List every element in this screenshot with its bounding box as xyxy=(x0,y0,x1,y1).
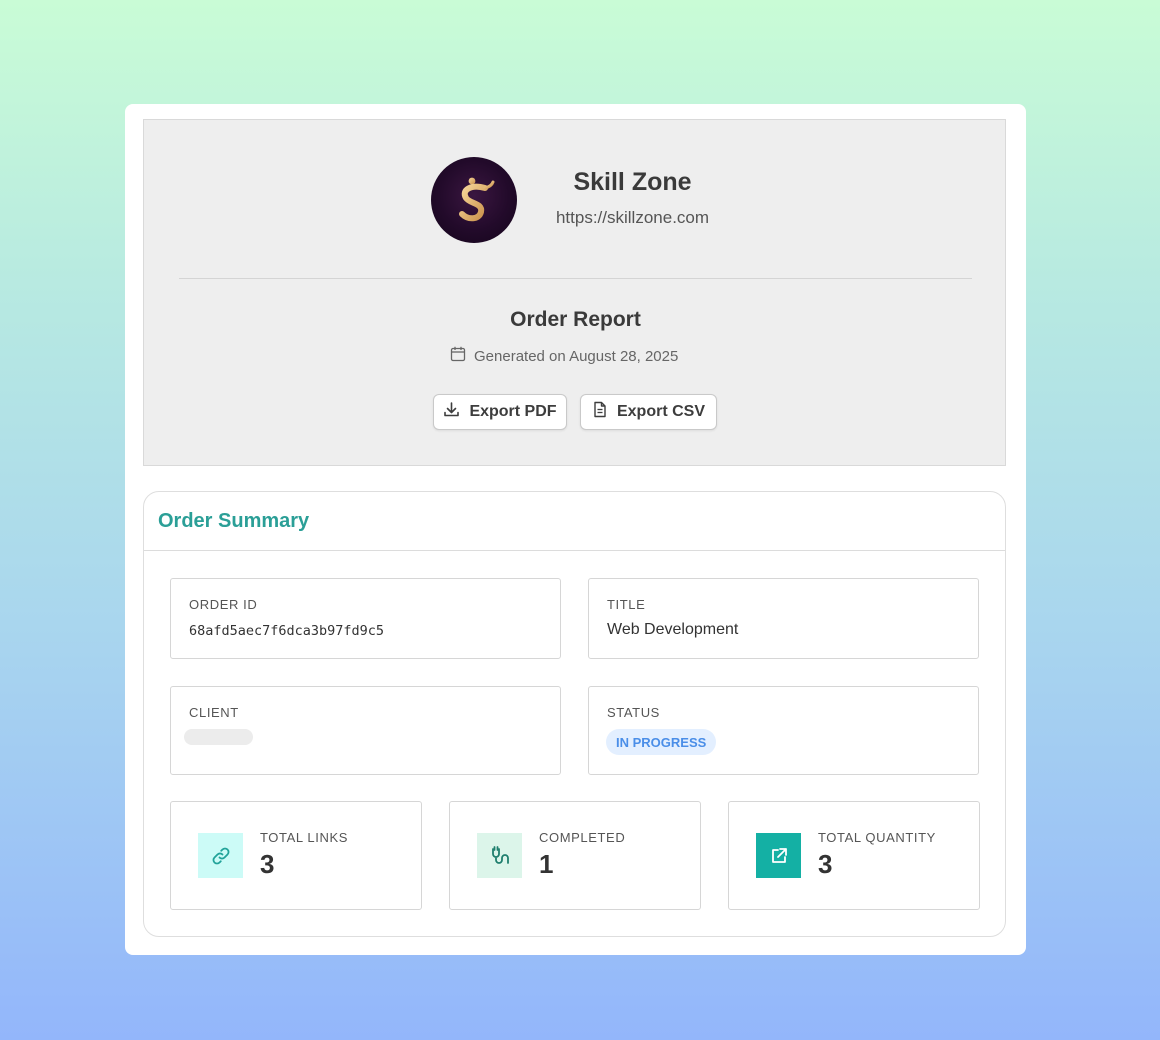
calendar-icon xyxy=(450,346,466,366)
title-value: Web Development xyxy=(607,621,739,638)
status-label: STATUS xyxy=(607,705,660,720)
report-card: Skill Zone https://skillzone.com Order R… xyxy=(125,104,1026,955)
total-quantity-label: TOTAL QUANTITY xyxy=(818,830,936,845)
total-links-stat: TOTAL LINKS 3 xyxy=(170,801,422,910)
order-id-value: 68afd5aec7f6dca3b97fd9c5 xyxy=(189,623,385,639)
export-pdf-button[interactable]: Export PDF xyxy=(433,394,567,430)
status-badge: IN PROGRESS xyxy=(606,729,717,755)
document-icon xyxy=(592,401,608,423)
status-field: STATUS IN PROGRESS xyxy=(588,686,979,775)
plug-icon xyxy=(477,833,522,878)
total-links-value: 3 xyxy=(260,849,275,879)
export-csv-label: Export CSV xyxy=(616,403,705,420)
brand-name: Skill Zone xyxy=(573,168,692,196)
skill-zone-logo-icon xyxy=(459,177,495,222)
order-summary-panel: Order Summary ORDER ID 68afd5aec7f6dca3b… xyxy=(143,491,1006,937)
brand-url[interactable]: https://skillzone.com xyxy=(540,208,725,228)
brand-logo xyxy=(431,157,517,243)
generated-text: Generated on August 28, 2025 xyxy=(474,347,679,365)
download-icon xyxy=(443,401,460,423)
total-links-label: TOTAL LINKS xyxy=(260,830,348,845)
title-field: TITLE Web Development xyxy=(588,578,979,659)
order-id-label: ORDER ID xyxy=(189,597,258,612)
client-label: CLIENT xyxy=(189,705,239,720)
header-divider xyxy=(179,278,972,279)
completed-stat: COMPLETED 1 xyxy=(449,801,701,910)
export-pdf-label: Export PDF xyxy=(469,403,557,420)
export-csv-button[interactable]: Export CSV xyxy=(580,394,717,430)
client-value-placeholder xyxy=(184,729,253,745)
total-quantity-stat: TOTAL QUANTITY 3 xyxy=(728,801,980,910)
report-header: Skill Zone https://skillzone.com Order R… xyxy=(143,119,1006,466)
order-id-field: ORDER ID 68afd5aec7f6dca3b97fd9c5 xyxy=(170,578,561,659)
external-link-icon xyxy=(756,833,801,878)
link-icon xyxy=(198,833,243,878)
completed-value: 1 xyxy=(539,849,554,879)
title-label: TITLE xyxy=(607,597,646,612)
report-title: Order Report xyxy=(510,308,641,331)
generated-date: Generated on August 28, 2025 xyxy=(450,346,678,366)
summary-divider xyxy=(144,550,1005,551)
client-field: CLIENT xyxy=(170,686,561,775)
completed-label: COMPLETED xyxy=(539,830,626,845)
total-quantity-value: 3 xyxy=(818,849,833,879)
order-summary-title: Order Summary xyxy=(158,510,310,532)
